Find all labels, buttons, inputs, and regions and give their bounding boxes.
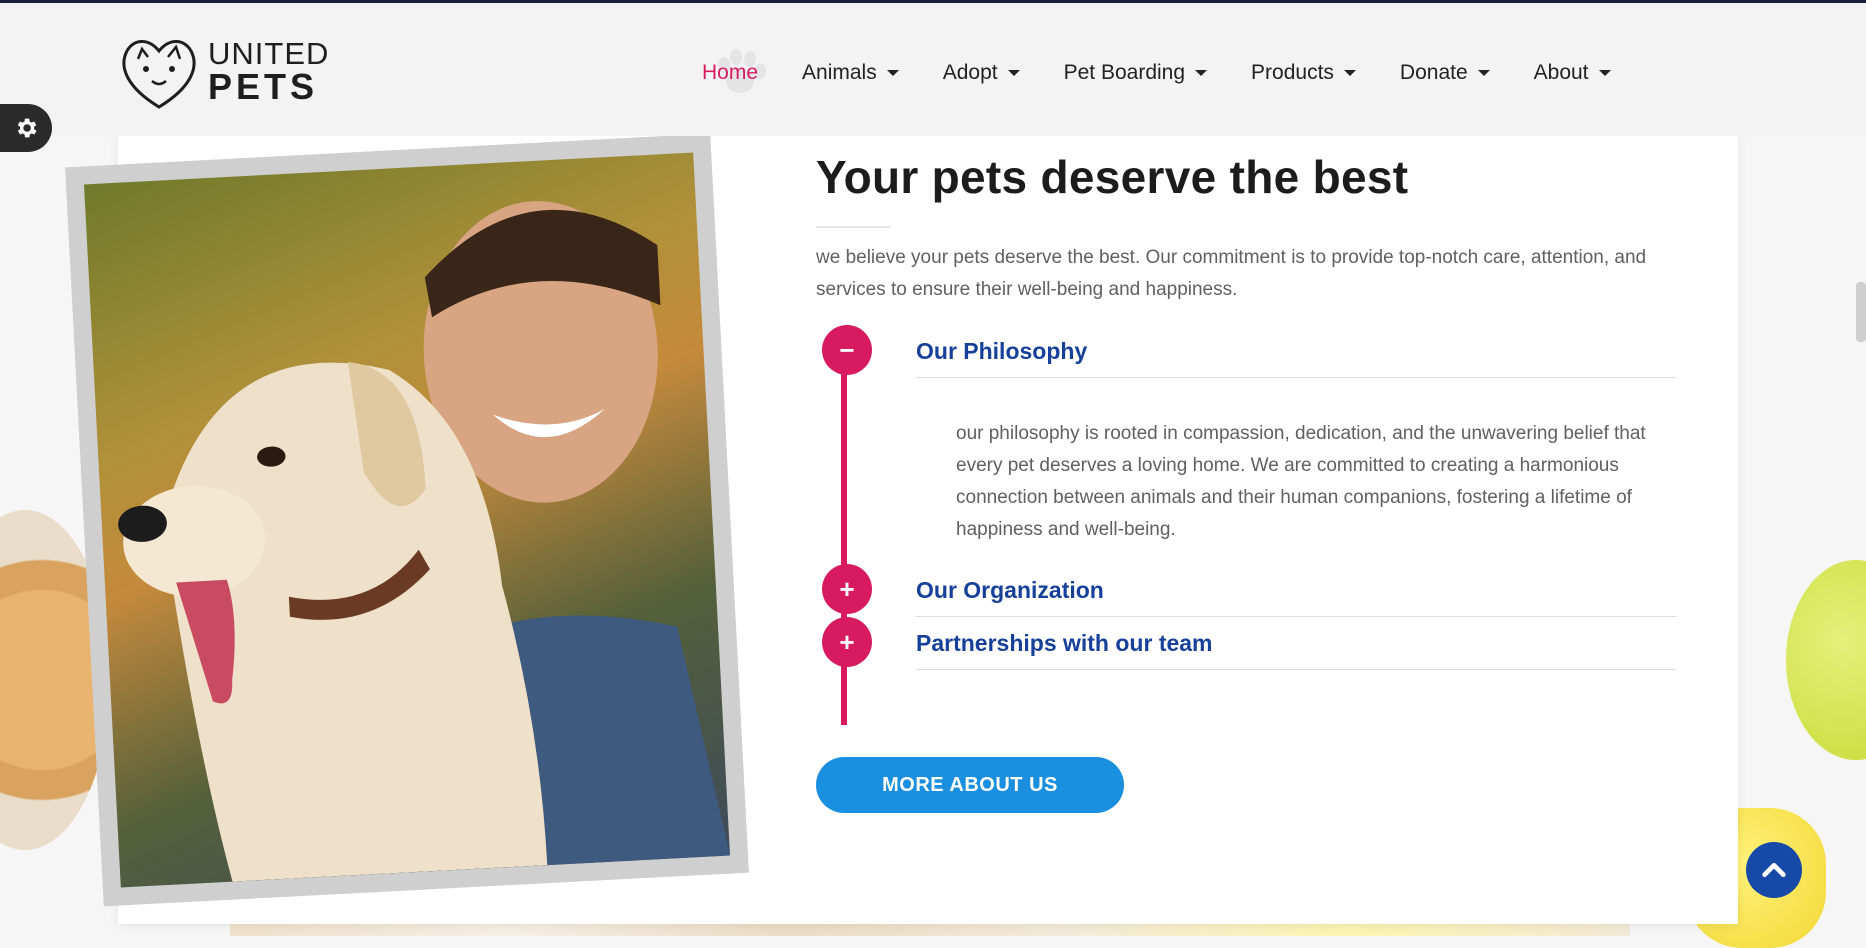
title-divider	[816, 226, 890, 228]
nav-label-about: About	[1533, 61, 1589, 84]
nav-label-adopt: Adopt	[942, 61, 998, 84]
logo-icon	[122, 40, 196, 109]
intro-paragraph: we believe your pets deserve the best. O…	[816, 247, 1647, 300]
main-nav: Home Animals Adopt Pet Boarding Products…	[680, 49, 1633, 93]
nav-item-donate[interactable]: Donate	[1378, 57, 1512, 89]
nav-item-adopt[interactable]: Adopt	[921, 57, 1042, 89]
site-logo[interactable]: UNITED PETS	[116, 31, 329, 111]
background-tennis-ball	[1786, 560, 1866, 760]
nav-item-animals[interactable]: Animals	[780, 57, 921, 89]
accordion-header-philosophy[interactable]: Our Philosophy	[916, 325, 1676, 378]
nav-label-pet-boarding: Pet Boarding	[1063, 61, 1186, 84]
background-strip	[230, 922, 1630, 936]
accordion-header-partnerships[interactable]: Partnerships with our team	[916, 617, 1676, 670]
scrollbar[interactable]	[1856, 0, 1866, 936]
caret-down-icon	[1343, 70, 1356, 76]
accordion-item-philosophy: − Our Philosophy our philosophy is roote…	[816, 325, 1676, 564]
logo-text: UNITED PETS	[208, 38, 329, 105]
caret-down-icon	[886, 70, 899, 76]
more-about-us-button[interactable]: MORE ABOUT US	[816, 757, 1124, 813]
nav-item-about[interactable]: About	[1512, 57, 1633, 89]
expand-icon[interactable]: +	[822, 617, 872, 667]
logo-line1: UNITED	[208, 35, 330, 71]
nav-label-home: Home	[702, 61, 759, 84]
collapse-icon[interactable]: −	[822, 325, 872, 375]
accordion-header-organization[interactable]: Our Organization	[916, 564, 1676, 617]
about-content: Your pets deserve the best we believe yo…	[816, 150, 1676, 725]
chevron-up-icon	[1762, 863, 1786, 877]
nav-item-products[interactable]: Products	[1229, 57, 1378, 89]
settings-button[interactable]	[0, 104, 52, 152]
accordion-item-organization: + Our Organization	[816, 564, 1676, 617]
nav-label-products: Products	[1251, 61, 1334, 84]
nav-label-animals: Animals	[802, 61, 877, 84]
section-title: Your pets deserve the best	[816, 151, 1409, 203]
man-with-dog-photo	[83, 152, 731, 888]
accordion: − Our Philosophy our philosophy is roote…	[816, 325, 1676, 725]
accordion-item-partnerships: + Partnerships with our team	[816, 617, 1676, 670]
caret-down-icon	[1598, 70, 1611, 76]
scrollbar-thumb[interactable]	[1856, 282, 1866, 342]
caret-down-icon	[1477, 70, 1490, 76]
nav-item-pet-boarding[interactable]: Pet Boarding	[1042, 57, 1229, 89]
accordion-body-philosophy: our philosophy is rooted in compassion, …	[956, 423, 1646, 540]
caret-down-icon	[1195, 70, 1208, 76]
photo-frame	[65, 133, 749, 907]
nav-label-donate: Donate	[1399, 61, 1468, 84]
expand-icon[interactable]: +	[822, 564, 872, 614]
caret-down-icon	[1007, 70, 1020, 76]
nav-item-home[interactable]: Home	[680, 49, 780, 93]
site-header: UNITED PETS Home Animals Adopt Pet Board…	[0, 0, 1866, 136]
gear-icon	[17, 118, 37, 138]
back-to-top-button[interactable]	[1746, 842, 1802, 898]
logo-line2: PETS	[208, 65, 319, 107]
